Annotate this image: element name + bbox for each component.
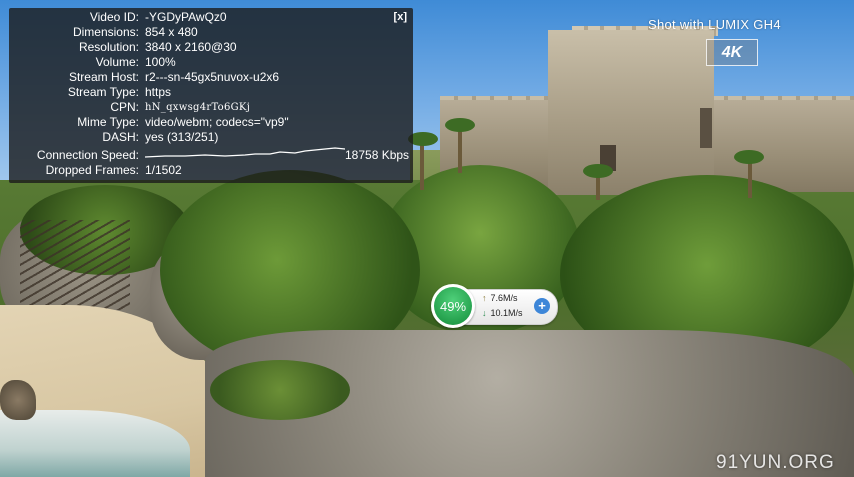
stat-label: Connection Speed:	[36, 148, 139, 162]
palm-crown	[445, 118, 475, 132]
stat-label: Stream Host:	[68, 70, 139, 84]
stat-label: DASH:	[102, 130, 139, 144]
stat-value: hN_qxwsg4rTo6GKj	[145, 102, 251, 113]
stat-value: 854 x 480	[145, 25, 198, 39]
palm-crown	[583, 164, 613, 178]
stat-label: Mime Type:	[77, 115, 139, 129]
stat-row-mime-type: Mime Type: video/webm; codecs="vp9"	[9, 115, 413, 130]
upload-speed-value: 7.6M/s	[490, 293, 518, 303]
connection-speed-value: 18758 Kbps	[345, 148, 410, 162]
watermark: 91YUN.ORG	[716, 452, 835, 473]
stat-label: Dropped Frames:	[45, 163, 139, 177]
palm-crown	[734, 150, 764, 164]
stat-label: Resolution:	[78, 40, 139, 54]
download-speed: ↓ 10.1M/s	[482, 308, 523, 318]
beach-rock	[0, 380, 36, 420]
stat-row-stream-host: Stream Host: r2---sn-45gx5nuvox-u2x6	[9, 70, 413, 85]
stat-row-resolution: Resolution: 3840 x 2160@30	[9, 40, 413, 55]
temple-doorway	[700, 108, 712, 148]
upload-speed: ↑ 7.6M/s	[482, 293, 518, 303]
brand-caption: Shot with LUMIX GH4	[648, 17, 781, 32]
stat-value: https	[145, 85, 172, 99]
download-speed-value: 10.1M/s	[490, 308, 523, 318]
stat-row-volume: Volume: 100%	[9, 55, 413, 70]
temple-tower	[548, 30, 714, 195]
stat-label: Volume:	[95, 55, 139, 69]
stat-label: CPN:	[110, 100, 139, 114]
palm-trunk	[420, 140, 424, 190]
stat-row-cpn: CPN: hN_qxwsg4rTo6GKj	[9, 100, 413, 115]
network-usage-percent: 49%	[434, 287, 472, 325]
palm-trunk	[748, 158, 752, 198]
stat-row-stream-type: Stream Type: https	[9, 85, 413, 100]
vegetation	[210, 360, 350, 420]
stat-value: 100%	[145, 55, 176, 69]
stat-value: 3840 x 2160@30	[145, 40, 237, 54]
network-speed-widget[interactable]: 49% ↑ 7.6M/s ↓ 10.1M/s +	[430, 284, 558, 328]
connection-speed-sparkline	[145, 147, 345, 158]
stat-value: r2---sn-45gx5nuvox-u2x6	[145, 70, 280, 84]
stat-value: 1/1502	[145, 163, 182, 177]
download-arrow-icon: ↓	[482, 308, 487, 318]
wooden-stairs	[20, 220, 130, 310]
stat-value: yes (313/251)	[145, 130, 219, 144]
stat-row-dash: DASH: yes (313/251)	[9, 130, 413, 145]
stat-row-dropped-frames: Dropped Frames: 1/1502	[9, 163, 413, 178]
stat-value: video/webm; codecs="vp9"	[145, 115, 289, 129]
4k-badge: 4K	[706, 39, 758, 66]
stat-value: -YGDyPAwQz0	[145, 10, 227, 24]
plus-icon[interactable]: +	[534, 298, 550, 314]
upload-arrow-icon: ↑	[482, 293, 487, 303]
stat-label: Stream Type:	[67, 85, 139, 99]
stat-label: Video ID:	[89, 10, 139, 24]
stat-label: Dimensions:	[72, 25, 139, 39]
stats-for-nerds-panel: [x] Video ID: -YGDyPAwQz0 Dimensions: 85…	[9, 8, 413, 183]
stat-row-dimensions: Dimensions: 854 x 480	[9, 25, 413, 40]
palm-trunk	[458, 128, 462, 173]
stat-row-video-id: Video ID: -YGDyPAwQz0	[9, 10, 413, 25]
